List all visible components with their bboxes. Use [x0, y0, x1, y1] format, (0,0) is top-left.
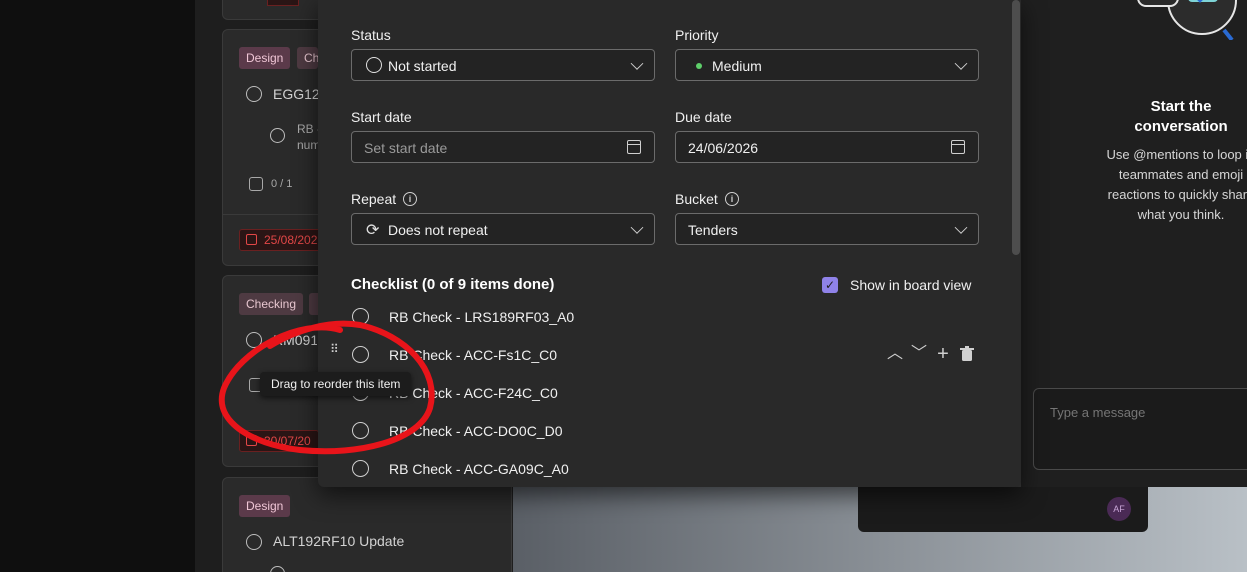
repeat-value: Does not repeat [388, 222, 488, 238]
card-title[interactable]: RM091 [273, 332, 317, 348]
repeat-icon: ⟳ [366, 222, 380, 239]
checklist-item[interactable]: RB Check - LRS189RF03_A0 [389, 309, 574, 325]
calendar-icon[interactable] [627, 140, 641, 154]
status-label: Status [351, 27, 391, 43]
checklist-item-toggle[interactable] [352, 422, 369, 439]
message-input[interactable] [1050, 405, 1230, 420]
priority-value: Medium [712, 58, 762, 74]
repeat-label: Repeat [351, 191, 397, 207]
checklist-item-toggle[interactable] [352, 308, 369, 325]
card-tag: Design [239, 495, 291, 517]
start-date-label: Start date [351, 109, 412, 125]
checklist-item[interactable]: RB Check - ACC-GA09C_A0 [389, 461, 569, 477]
chevron-down-icon [954, 221, 968, 234]
calendar-icon [246, 234, 257, 245]
dialog-scrollbar[interactable] [1012, 0, 1020, 255]
priority-medium-icon [696, 63, 702, 69]
card-complete-toggle[interactable] [246, 332, 262, 348]
bucket-label: Bucket [675, 191, 718, 207]
bucket-value: Tenders [688, 222, 738, 238]
comment-card [858, 487, 1148, 532]
start-date-placeholder: Set start date [364, 140, 448, 156]
conversation-illustration [1137, 0, 1237, 40]
move-up-icon[interactable]: ︿ [886, 345, 904, 363]
due-date-field[interactable]: 24/06/2026 [675, 131, 979, 163]
delete-icon[interactable] [958, 345, 976, 363]
start-date-field[interactable]: Set start date [351, 131, 655, 163]
conversation-title: Start the conversation [1134, 98, 1228, 135]
card-checklist-item-toggle[interactable] [270, 128, 285, 143]
priority-label: Priority [675, 27, 719, 43]
checklist-item[interactable]: RB Check - ACC-F24C_C0 [389, 385, 558, 401]
status-dropdown[interactable]: Not started [351, 49, 655, 81]
checklist-item[interactable]: RB Check - ACC-Fs1C_C0 [389, 347, 557, 363]
card-tag: Checking [239, 293, 304, 315]
calendar-icon [246, 435, 257, 446]
add-item-icon[interactable]: + [934, 344, 952, 364]
info-icon[interactable]: i [403, 192, 417, 206]
chevron-down-icon [954, 57, 968, 70]
card-complete-toggle[interactable] [246, 534, 262, 550]
chevron-down-icon [630, 221, 644, 234]
not-started-icon [366, 57, 382, 73]
conversation-description: Use @mentions to loop in teammates and e… [1106, 147, 1247, 222]
checklist-item-toggle[interactable] [352, 346, 369, 363]
bucket-dropdown[interactable]: Tenders [675, 213, 979, 245]
checklist-item[interactable]: RB Check - ACC-DO0C_D0 [389, 423, 563, 439]
drag-tooltip: Drag to reorder this item [260, 372, 412, 396]
card-title[interactable]: ALT192RF10 Update [273, 533, 404, 549]
status-value: Not started [388, 58, 457, 74]
chevron-down-icon [630, 57, 644, 70]
repeat-dropdown[interactable]: ⟳ Does not repeat [351, 213, 655, 245]
message-box[interactable] [1033, 388, 1247, 470]
avatar[interactable]: AF [1107, 497, 1131, 521]
show-in-board-label[interactable]: Show in board view [850, 277, 971, 293]
card-complete-toggle[interactable] [246, 86, 262, 102]
move-down-icon[interactable]: ﹀ [910, 345, 928, 363]
board-card[interactable] [222, 477, 512, 572]
card-tag: Ch [297, 47, 318, 69]
priority-dropdown[interactable]: Medium [675, 49, 979, 81]
checklist-title: Checklist (0 of 9 items done) [351, 276, 555, 293]
card-checklist-count: 0 / 1 [271, 178, 293, 190]
show-in-board-checkbox[interactable]: ✓ [822, 277, 838, 293]
calendar-icon[interactable] [951, 140, 965, 154]
due-date-label: Due date [675, 109, 732, 125]
drag-handle-icon[interactable]: ⠿ [330, 343, 342, 363]
card-tag: Design [239, 47, 291, 69]
due-date-value: 24/06/2026 [688, 140, 759, 156]
card-checklist-item: num [297, 138, 321, 152]
info-icon[interactable]: i [725, 192, 739, 206]
checklist-icon [249, 177, 263, 191]
checklist-item-toggle[interactable] [352, 460, 369, 477]
